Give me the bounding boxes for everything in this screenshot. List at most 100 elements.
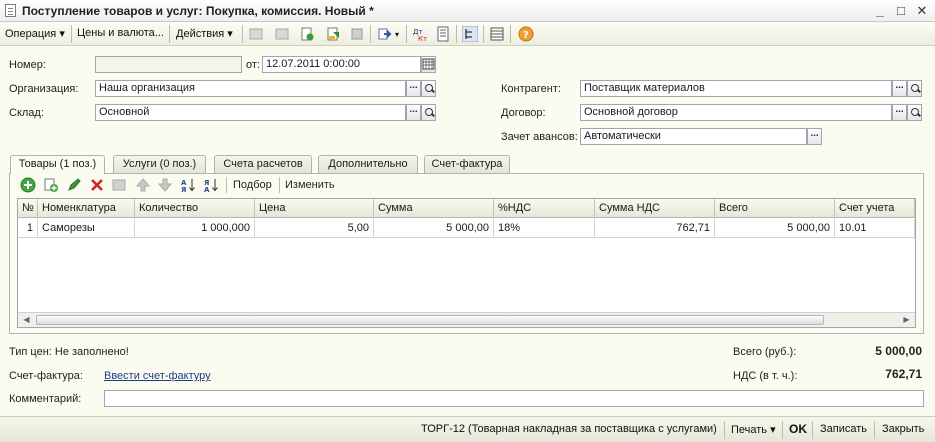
move-up-icon[interactable] [135,177,151,193]
copy-doc-icon[interactable] [299,26,315,42]
minimize-button[interactable]: _ [872,3,888,19]
move-down-icon[interactable] [157,177,173,193]
column-header-quantity[interactable]: Количество [135,199,255,218]
column-header-price[interactable]: Цена [255,199,374,218]
table-cell[interactable]: 5 000,00 [715,219,835,238]
post-icon[interactable] [248,26,264,42]
total-value: 5 000,00 [875,344,922,358]
column-header-sum[interactable]: Сумма [374,199,494,218]
toolbar-separator [242,25,243,43]
toolbar-separator [279,177,280,193]
tab-goods[interactable]: Товары (1 поз.) [10,155,105,174]
toolbar-separator [226,177,227,193]
edit-row-icon[interactable] [66,177,82,193]
add-row-icon[interactable] [20,177,36,193]
delete-row-icon[interactable] [89,177,105,193]
toolbar-separator [782,421,783,439]
copy-row-icon[interactable] [43,177,59,193]
dt-kt-icon[interactable]: ДтКт [412,26,428,42]
contractor-open-button[interactable] [907,80,922,97]
prices-button[interactable]: Цены и валюта... [77,27,164,39]
advance-select-button[interactable] [807,128,822,145]
toolbar-separator [71,25,72,43]
scroll-left-icon[interactable]: ◀ [19,313,34,327]
main-toolbar: Операция ▾ Цены и валюта... Действия ▾ ▾… [0,22,935,46]
svg-text:Я: Я [181,186,186,193]
toolbar-separator [456,25,457,43]
table-cell[interactable]: 1 [18,219,38,238]
dropdown-arrow-icon[interactable]: ▾ [395,30,399,39]
scrollbar-thumb[interactable] [36,315,824,325]
warehouse-field[interactable]: Основной [95,104,406,121]
comment-field[interactable] [104,390,924,407]
goods-table[interactable]: № Номенклатура Количество Цена Сумма %НД… [17,198,916,328]
table-cell[interactable]: 1 000,000 [135,219,255,238]
sort-desc-icon[interactable]: ЯA [203,177,219,193]
table-cell[interactable]: 762,71 [595,219,715,238]
maximize-button[interactable]: □ [893,3,909,19]
close-window-button[interactable]: ✕ [914,3,930,19]
form-print-link[interactable]: ТОРГ-12 (Товарная накладная за поставщик… [421,423,717,435]
warehouse-select-button[interactable] [406,104,421,121]
column-header-vat-rate[interactable]: %НДС [494,199,595,218]
go-based-icon[interactable] [377,26,393,42]
toolbar-separator [510,25,511,43]
toolbar-separator [812,421,813,439]
contract-field[interactable]: Основной договор [580,104,892,121]
horizontal-scrollbar[interactable]: ◀ ▶ [18,312,915,327]
report-icon[interactable] [435,26,451,42]
ok-button[interactable]: OK [789,422,807,436]
structure-icon[interactable] [462,26,478,42]
table-cell[interactable]: 10.01 [835,219,915,238]
toolbar-separator [724,421,725,439]
contract-select-button[interactable] [892,104,907,121]
date-field[interactable]: 12.07.2011 0:00:00 [262,56,421,73]
tab-invoice[interactable]: Счет-фактура [424,155,510,173]
close-button[interactable]: Закрыть [882,423,924,435]
advance-field[interactable]: Автоматически [580,128,807,145]
unpost-icon[interactable] [274,26,290,42]
change-button[interactable]: Изменить [285,179,335,191]
advance-label: Зачет авансов: [501,131,578,143]
scroll-right-icon[interactable]: ▶ [899,313,914,327]
contractor-select-button[interactable] [892,80,907,97]
column-header-item[interactable]: Номенклатура [38,199,135,218]
tab-additional[interactable]: Дополнительно [318,155,418,173]
column-header-vat-sum[interactable]: Сумма НДС [595,199,715,218]
warehouse-label: Склад: [9,107,44,119]
window-title: Поступление товаров и услуг: Покупка, ко… [22,4,374,18]
contractor-field[interactable]: Поставщик материалов [580,80,892,97]
invoice-link[interactable]: Ввести счет-фактуру [104,370,211,382]
tab-accounts[interactable]: Счета расчетов [214,155,312,173]
save-button[interactable]: Записать [820,423,867,435]
contract-open-button[interactable] [907,104,922,121]
table-cell[interactable]: 5,00 [255,219,374,238]
column-header-account[interactable]: Счет учета [835,199,915,218]
number-field[interactable] [95,56,242,73]
toolbar-separator [406,25,407,43]
help-icon[interactable]: ? [518,26,534,42]
column-header-number[interactable]: № [18,199,38,218]
organization-select-button[interactable] [406,80,421,97]
end-edit-icon[interactable] [111,177,127,193]
price-type-text: Тип цен: Не заполнено! [9,346,129,358]
toolbar-separator [874,421,875,439]
actions-menu[interactable]: Действия ▾ [176,27,233,40]
table-cell[interactable]: Саморезы [38,219,135,238]
warehouse-open-button[interactable] [421,104,436,121]
organization-open-button[interactable] [421,80,436,97]
sort-asc-icon[interactable]: AЯ [180,177,196,193]
print-icon[interactable] [349,26,365,42]
pick-button[interactable]: Подбор [233,179,272,191]
date-label: от: [246,59,260,71]
save-green-icon[interactable] [325,26,341,42]
table-cell[interactable]: 5 000,00 [374,219,494,238]
operation-menu[interactable]: Операция ▾ [5,27,65,40]
tab-services[interactable]: Услуги (0 поз.) [113,155,206,173]
organization-field[interactable]: Наша организация [95,80,406,97]
table-cell[interactable]: 18% [494,219,595,238]
calendar-button[interactable] [421,56,436,73]
column-header-total[interactable]: Всего [715,199,835,218]
list-icon[interactable] [489,26,505,42]
print-menu[interactable]: Печать ▾ [731,423,776,436]
